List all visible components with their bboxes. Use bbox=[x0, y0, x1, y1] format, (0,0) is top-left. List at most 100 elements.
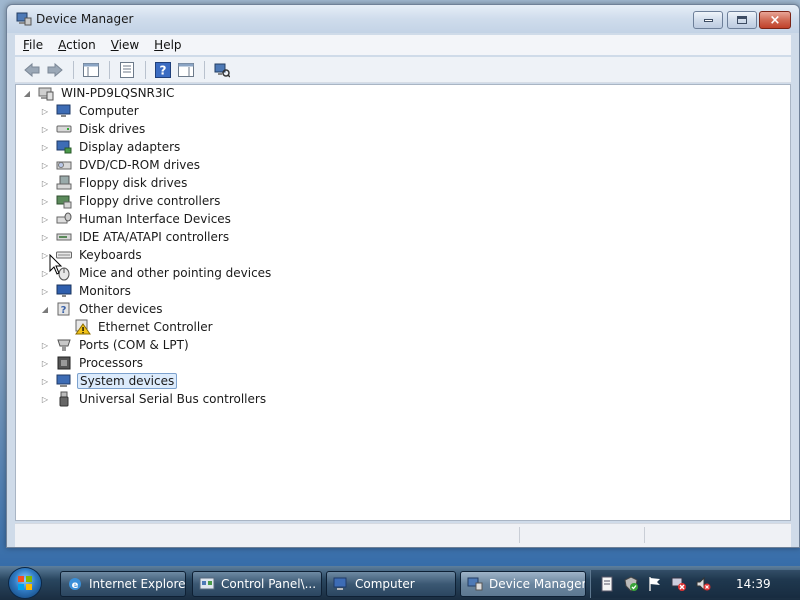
device-manager-icon bbox=[467, 577, 483, 591]
volume-muted-icon[interactable] bbox=[695, 576, 711, 592]
collapse-arrow-icon[interactable]: ◢ bbox=[22, 88, 32, 98]
expand-arrow-icon[interactable]: ▷ bbox=[40, 340, 50, 350]
maximize-button[interactable] bbox=[727, 11, 757, 29]
minimize-button[interactable] bbox=[693, 11, 723, 29]
toolbar-separator bbox=[204, 60, 205, 79]
back-button[interactable] bbox=[21, 60, 43, 80]
tree-item-label: Ports (COM & LPT) bbox=[79, 338, 189, 352]
taskbar-button-device-manager[interactable]: Device Manager bbox=[460, 571, 586, 597]
network-disconnected-icon[interactable] bbox=[671, 576, 687, 592]
taskbar-button-internet-explorer[interactable]: e Internet Explore... bbox=[60, 571, 186, 597]
tree-item-display-adapters[interactable]: ▷ Display adapters bbox=[40, 138, 182, 156]
tree-item-label: Monitors bbox=[79, 284, 131, 298]
scan-hardware-button[interactable] bbox=[211, 60, 233, 80]
taskbar-button-label: Computer bbox=[355, 577, 415, 591]
toolbar: ? bbox=[15, 57, 791, 83]
action-pane-button[interactable] bbox=[175, 60, 197, 80]
system-tray: 14:39 bbox=[590, 570, 800, 598]
expand-arrow-icon[interactable]: ▷ bbox=[40, 160, 50, 170]
tree-item-label: IDE ATA/ATAPI controllers bbox=[79, 230, 230, 244]
svg-text:e: e bbox=[72, 580, 79, 591]
menu-file[interactable]: File bbox=[23, 38, 43, 52]
expand-arrow-icon[interactable]: ▷ bbox=[40, 358, 50, 368]
tree-item-disk-drives[interactable]: ▷ Disk drives bbox=[40, 120, 147, 138]
window-title: Device Manager bbox=[36, 12, 134, 26]
minimize-icon bbox=[703, 18, 713, 22]
tree-item-ports[interactable]: ▷ Ports (COM & LPT) bbox=[40, 336, 191, 354]
expand-arrow-icon[interactable]: ▷ bbox=[40, 106, 50, 116]
tree-item-dvd-drives[interactable]: ▷ DVD/CD-ROM drives bbox=[40, 156, 202, 174]
tree-item-floppy-disk-drives[interactable]: ▷ Floppy disk drives bbox=[40, 174, 189, 192]
tree-root[interactable]: ◢ WIN-PD9LQSNR3IC bbox=[22, 84, 176, 102]
display-adapter-icon bbox=[56, 139, 72, 155]
status-segment bbox=[15, 527, 520, 543]
tree-item-other-devices[interactable]: ◢ ? Other devices bbox=[40, 300, 165, 318]
tree-item-label: Other devices bbox=[79, 302, 163, 316]
help-button[interactable]: ? bbox=[152, 60, 174, 80]
back-arrow-icon bbox=[24, 62, 40, 77]
mouse-cursor-icon bbox=[49, 254, 63, 275]
menu-action[interactable]: Action bbox=[58, 38, 96, 52]
tree-item-mice[interactable]: ▷ Mice and other pointing devices bbox=[40, 264, 273, 282]
toolbar-separator bbox=[73, 60, 74, 79]
menu-view[interactable]: View bbox=[111, 38, 139, 52]
toolbar-separator bbox=[145, 60, 146, 79]
ie-icon: e bbox=[69, 578, 81, 591]
floppy-controller-icon bbox=[56, 193, 72, 209]
expand-arrow-icon[interactable]: ▷ bbox=[40, 196, 50, 206]
properties-icon bbox=[120, 61, 134, 78]
tree-item-floppy-drive-controllers[interactable]: ▷ Floppy drive controllers bbox=[40, 192, 222, 210]
expand-arrow-icon[interactable]: ▷ bbox=[40, 124, 50, 134]
document-tray-icon[interactable] bbox=[599, 576, 615, 592]
computer-icon bbox=[56, 103, 72, 119]
expand-arrow-icon[interactable]: ▷ bbox=[40, 376, 50, 386]
expand-arrow-icon[interactable]: ▷ bbox=[40, 178, 50, 188]
help-icon: ? bbox=[155, 61, 171, 78]
collapse-arrow-icon[interactable]: ◢ bbox=[40, 304, 50, 314]
tree-item-label: Floppy drive controllers bbox=[79, 194, 221, 208]
expand-arrow-icon[interactable]: ▷ bbox=[40, 232, 50, 242]
taskbar-button-computer[interactable]: Computer bbox=[326, 571, 456, 597]
tree-item-human-interface-devices[interactable]: ▷ Human Interface Devices bbox=[40, 210, 233, 228]
tree-item-usb-controllers[interactable]: ▷ Universal Serial Bus controllers bbox=[40, 390, 268, 408]
close-button[interactable]: × bbox=[759, 11, 791, 29]
expand-arrow-icon[interactable]: ▷ bbox=[40, 286, 50, 296]
tree-item-computer[interactable]: ▷ Computer bbox=[40, 102, 141, 120]
tree-item-label: Ethernet Controller bbox=[98, 320, 213, 334]
tree-item-label: Human Interface Devices bbox=[79, 212, 231, 226]
status-segment bbox=[520, 527, 645, 543]
device-manager-icon bbox=[16, 12, 32, 26]
close-icon: × bbox=[769, 12, 781, 28]
title-bar[interactable]: Device Manager × bbox=[7, 5, 799, 33]
computer-root-icon bbox=[38, 85, 54, 101]
windows-logo-icon bbox=[18, 576, 32, 590]
toolbar-separator bbox=[109, 60, 110, 79]
tree-item-system-devices[interactable]: ▷ System devices bbox=[40, 372, 178, 390]
tree-item-monitors[interactable]: ▷ Monitors bbox=[40, 282, 133, 300]
show-hide-console-tree-button[interactable] bbox=[80, 60, 102, 80]
start-button[interactable] bbox=[8, 567, 42, 599]
tree-item-label: Universal Serial Bus controllers bbox=[79, 392, 267, 406]
taskbar-button-control-panel[interactable]: Control Panel\... bbox=[192, 571, 322, 597]
security-tray-icon[interactable] bbox=[623, 576, 639, 592]
action-center-flag-icon[interactable] bbox=[647, 576, 663, 592]
clock[interactable]: 14:39 bbox=[736, 577, 771, 591]
tree-item-label: Display adapters bbox=[79, 140, 181, 154]
scan-hardware-icon bbox=[214, 63, 230, 78]
expand-arrow-icon[interactable]: ▷ bbox=[40, 142, 50, 152]
processor-icon bbox=[56, 355, 72, 371]
disk-drive-icon bbox=[56, 121, 72, 137]
monitor-icon bbox=[56, 283, 72, 299]
forward-button[interactable] bbox=[44, 60, 66, 80]
properties-button[interactable] bbox=[116, 60, 138, 80]
tree-item-ide-controllers[interactable]: ▷ IDE ATA/ATAPI controllers bbox=[40, 228, 231, 246]
expand-arrow-icon[interactable]: ▷ bbox=[40, 394, 50, 404]
tree-item-ethernet-controller[interactable]: Ethernet Controller bbox=[75, 318, 215, 336]
menu-help[interactable]: Help bbox=[154, 38, 181, 52]
tree-item-processors[interactable]: ▷ Processors bbox=[40, 354, 145, 372]
expand-arrow-icon[interactable]: ▷ bbox=[40, 214, 50, 224]
action-pane-icon bbox=[178, 62, 194, 77]
taskbar-button-label: Device Manager bbox=[489, 577, 586, 591]
computer-name: WIN-PD9LQSNR3IC bbox=[61, 86, 175, 100]
tree-item-label-selected: System devices bbox=[77, 373, 178, 389]
